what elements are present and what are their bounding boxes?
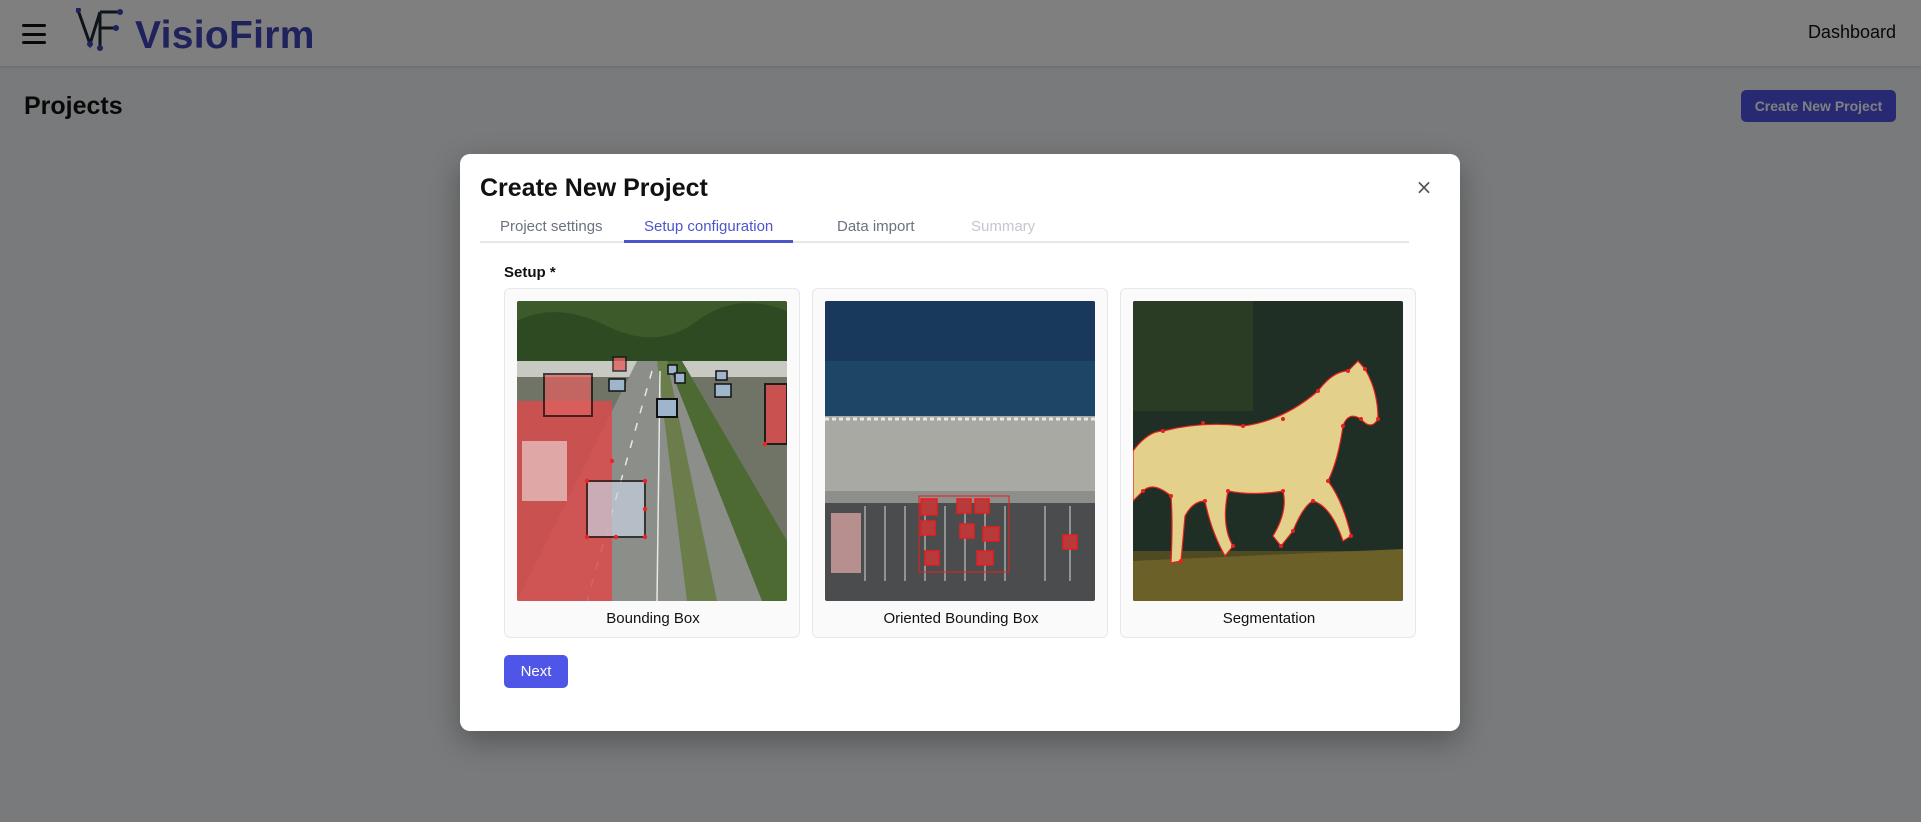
tab-summary: Summary [971, 218, 1036, 235]
option-bounding-box[interactable]: Bounding Box [504, 288, 800, 638]
parking-lot-aerial-image [825, 301, 1095, 601]
parking-scene [825, 301, 1095, 601]
option-segmentation[interactable]: Segmentation [1120, 288, 1416, 638]
horse-segmentation-image [1133, 301, 1403, 601]
tab-project-settings[interactable]: Project settings [480, 206, 623, 243]
close-icon[interactable]: × [1413, 176, 1435, 198]
wizard-tabs: Project settings Setup configuration Dat… [480, 206, 1409, 243]
modal-title: Create New Project [480, 174, 708, 202]
option-label: Oriented Bounding Box [883, 610, 1039, 627]
option-label: Segmentation [1222, 610, 1316, 627]
horse-scene [1133, 301, 1403, 601]
option-oriented-bounding-box[interactable]: Oriented Bounding Box [812, 288, 1108, 638]
create-project-modal: Create New Project × Project settings Se… [460, 154, 1460, 731]
highway-bounding-box-image [517, 301, 787, 601]
next-button[interactable]: Next [504, 655, 568, 688]
option-label: Bounding Box [606, 610, 700, 627]
tab-setup-configuration[interactable]: Setup configuration [624, 206, 794, 243]
highway-scene [517, 301, 787, 601]
tab-data-import[interactable]: Data import [817, 206, 935, 243]
setup-label: Setup * [504, 264, 556, 281]
